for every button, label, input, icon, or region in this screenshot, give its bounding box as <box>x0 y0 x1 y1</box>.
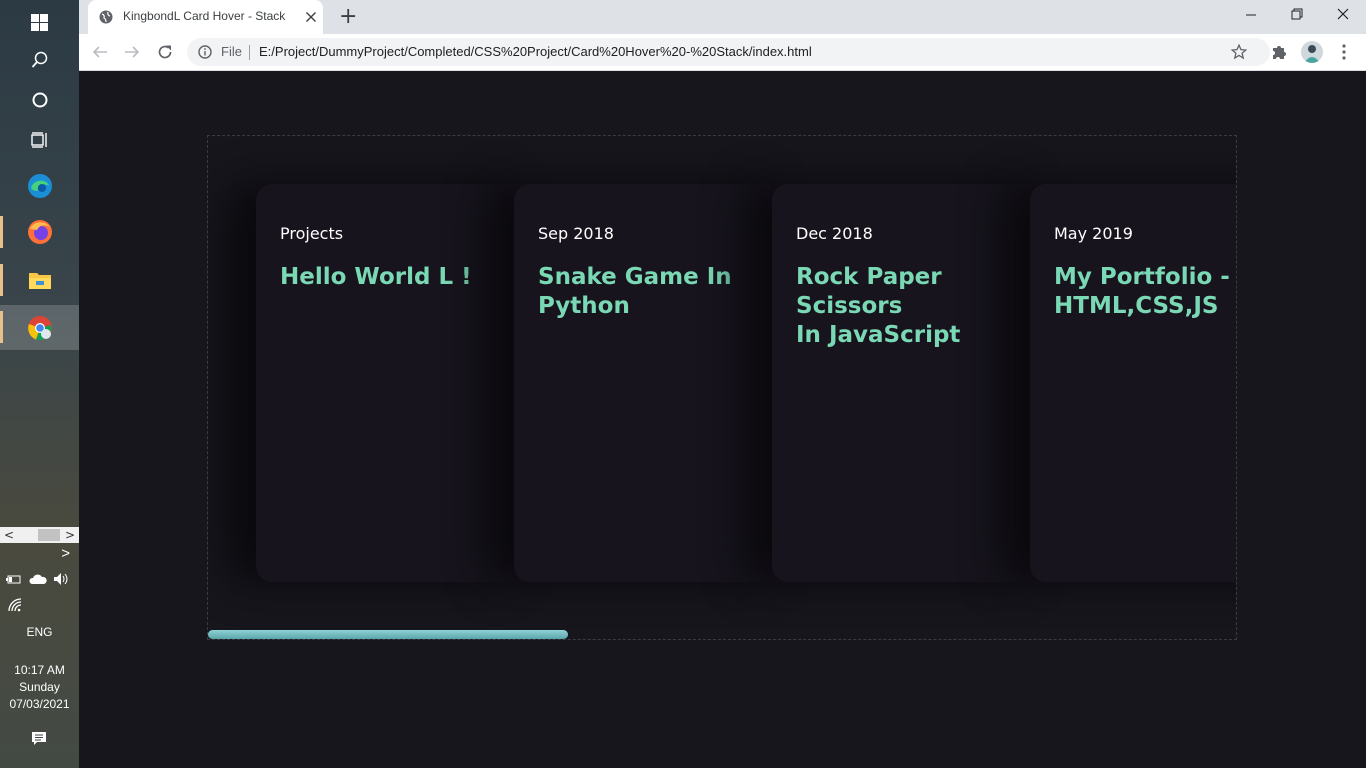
bookmark-star-icon[interactable] <box>1231 44 1247 60</box>
scroll-thumb[interactable] <box>38 529 60 541</box>
minimize-icon[interactable] <box>1245 9 1257 21</box>
horizontal-scrollbar-thumb[interactable] <box>208 630 568 639</box>
volume-icon[interactable] <box>53 572 71 586</box>
url-text[interactable]: E:/Project/DummyProject/Completed/CSS%20… <box>259 44 812 59</box>
search-button[interactable] <box>0 38 79 82</box>
scroll-right-arrow[interactable]: > <box>65 527 75 543</box>
back-arrow-icon[interactable] <box>92 44 108 60</box>
info-icon[interactable] <box>198 45 212 59</box>
search-icon <box>31 51 47 68</box>
globe-icon <box>99 10 113 24</box>
card-date: May 2019 <box>1054 224 1133 243</box>
card-title[interactable]: Hello World L ! <box>280 263 530 292</box>
card-rock-paper-scissors[interactable]: Dec 2018 Rock Paper Scissors In JavaScri… <box>772 184 1052 582</box>
folder-icon <box>28 273 51 289</box>
firefox-icon <box>27 220 52 244</box>
running-indicator <box>0 216 3 248</box>
forward-arrow-icon[interactable] <box>124 44 140 60</box>
battery-icon[interactable] <box>6 572 22 586</box>
clock-day[interactable]: Sunday <box>0 679 79 695</box>
chrome-icon <box>27 315 52 340</box>
browser-tabstrip: KingbondL Card Hover - Stack + <box>79 0 1366 34</box>
menu-kebab-icon[interactable] <box>1341 44 1347 60</box>
clock-date[interactable]: 07/03/2021 <box>0 696 79 712</box>
active-tab[interactable]: KingbondL Card Hover - Stack <box>88 0 323 34</box>
file-explorer-taskbar-button[interactable] <box>0 258 79 302</box>
windows-taskbar: < > > ENG 10:17 AM Sunday 07/03/2021 <box>0 0 79 768</box>
extensions-puzzle-icon[interactable] <box>1271 44 1287 60</box>
card-date: Sep 2018 <box>538 224 614 243</box>
restore-icon[interactable] <box>1291 8 1303 20</box>
cortana-icon <box>32 92 47 108</box>
new-tab-button[interactable]: + <box>339 1 357 33</box>
card-date: Projects <box>280 224 344 243</box>
chrome-taskbar-button[interactable] <box>0 305 79 350</box>
close-tab-icon[interactable] <box>305 11 317 23</box>
windows-logo-icon <box>31 13 48 31</box>
reload-icon[interactable] <box>157 44 173 60</box>
task-view-icon <box>30 132 47 148</box>
card-projects[interactable]: Projects Hello World L ! <box>256 184 536 582</box>
cortana-button[interactable] <box>0 78 79 122</box>
system-tray-icons <box>6 571 74 587</box>
running-indicator <box>0 311 3 343</box>
task-view-button[interactable] <box>0 118 79 162</box>
action-center-icon[interactable] <box>31 731 47 747</box>
card-date: Dec 2018 <box>796 224 873 243</box>
scroll-left-arrow[interactable]: < <box>4 527 14 543</box>
close-window-icon[interactable] <box>1337 8 1349 20</box>
card-scroll-container[interactable]: Projects Hello World L ! Sep 2018 Snake … <box>207 135 1237 640</box>
firefox-taskbar-button[interactable] <box>0 210 79 254</box>
taskbar-scrollbar[interactable]: < > <box>0 527 79 543</box>
card-title[interactable]: Snake Game In Python <box>538 263 788 321</box>
omnibox[interactable]: File E:/Project/DummyProject/Completed/C… <box>187 38 1270 66</box>
clock-time[interactable]: 10:17 AM <box>0 662 79 678</box>
card-portfolio[interactable]: May 2019 My Portfolio - HTML,CSS,JS <box>1030 184 1236 582</box>
language-indicator[interactable]: ENG <box>0 624 79 640</box>
card-snake-game[interactable]: Sep 2018 Snake Game In Python <box>514 184 794 582</box>
wifi-icon[interactable] <box>8 598 24 612</box>
running-indicator <box>0 264 3 296</box>
omnibox-separator <box>249 45 250 60</box>
page-viewport: Projects Hello World L ! Sep 2018 Snake … <box>79 71 1366 768</box>
browser-toolbar: File E:/Project/DummyProject/Completed/C… <box>79 34 1366 71</box>
tab-title: KingbondL Card Hover - Stack <box>123 9 286 23</box>
profile-avatar[interactable] <box>1301 41 1323 63</box>
onedrive-cloud-icon[interactable] <box>29 573 47 585</box>
security-chip-label[interactable]: File <box>221 44 242 59</box>
edge-taskbar-button[interactable] <box>0 164 79 208</box>
avatar-icon <box>1304 45 1320 63</box>
show-hidden-icons-button[interactable]: > <box>0 546 70 562</box>
edge-icon <box>27 174 52 198</box>
card-title[interactable]: My Portfolio - HTML,CSS,JS <box>1054 263 1236 321</box>
card-title[interactable]: Rock Paper Scissors In JavaScript <box>796 263 1046 350</box>
